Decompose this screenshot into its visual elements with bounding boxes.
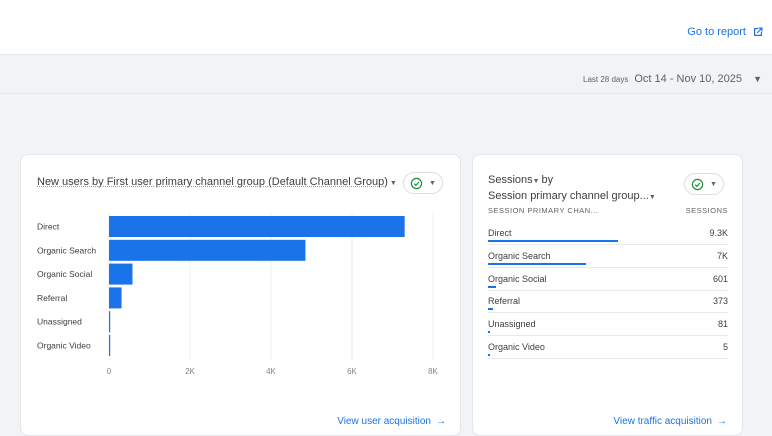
date-range-value: Oct 14 - Nov 10, 2025 <box>634 73 742 85</box>
row-divider <box>488 289 728 291</box>
row-proportion-bar <box>488 308 494 311</box>
x-tick-label: 6K <box>347 367 357 376</box>
bar-organic-video[interactable] <box>109 335 111 356</box>
category-label: Unassigned <box>37 317 82 327</box>
row-channel-name: Organic Social <box>488 273 547 284</box>
row-divider <box>488 358 728 359</box>
compare-filter-button[interactable]: ▼ <box>684 173 724 195</box>
arrow-right-icon: → <box>436 416 446 427</box>
table-row[interactable]: Organic Social 601 <box>488 270 728 292</box>
bar-direct[interactable] <box>109 216 405 237</box>
row-proportion-bar <box>488 240 618 242</box>
bar-organic-social[interactable] <box>109 263 133 285</box>
table-row[interactable]: Direct 9.3K <box>488 224 728 246</box>
date-range-picker[interactable]: Last 28 days Oct 14 - Nov 10, 2025 ▼ <box>583 73 762 85</box>
check-circle-icon <box>691 178 704 190</box>
chevron-down-icon: ▼ <box>710 180 717 188</box>
new-users-bar-chart: 0 2K 4K 6K 8K Direct Organic Search Organic Soc… <box>37 213 439 376</box>
view-traffic-acquisition-link[interactable]: View traffic acquisition → <box>613 416 727 427</box>
view-user-acquisition-link[interactable]: View user acquisition → <box>337 416 446 427</box>
sessions-title-by: by <box>541 174 554 186</box>
row-proportion-bar <box>488 354 490 356</box>
go-to-report-label: Go to report <box>687 26 746 38</box>
table-row[interactable]: Organic Search 7K <box>488 247 728 269</box>
sessions-title-dimension: Session primary channel group... <box>488 190 649 202</box>
new-users-card: New users by First user primary channel … <box>20 154 461 436</box>
external-link-icon <box>754 27 763 36</box>
top-bar: Go to report <box>0 0 772 55</box>
chevron-down-icon: ▼ <box>532 178 542 185</box>
category-label: Direct <box>37 222 60 232</box>
x-tick-label: 2K <box>185 367 195 376</box>
row-sessions-value: 373 <box>712 296 728 307</box>
row-divider <box>488 244 728 245</box>
column-header-dimension: SESSION PRIMARY CHAN... <box>488 206 599 215</box>
category-label: Organic Search <box>37 245 96 255</box>
category-label: Organic Video <box>37 341 91 351</box>
row-sessions-value: 9.3K <box>709 228 728 238</box>
bar-organic-search[interactable] <box>109 239 306 261</box>
row-channel-name: Direct <box>488 228 512 238</box>
sessions-card: Sessions▼ by Session primary channel gro… <box>472 154 743 436</box>
column-header-sessions: SESSIONS <box>685 206 728 215</box>
row-divider <box>488 266 728 268</box>
row-proportion-bar <box>488 285 497 288</box>
row-sessions-value: 81 <box>717 319 728 330</box>
row-divider <box>488 335 728 337</box>
bar-unassigned[interactable] <box>109 311 111 333</box>
table-row[interactable]: Organic Video 5 <box>488 338 728 360</box>
bar-referral[interactable] <box>109 287 122 309</box>
go-to-report-link[interactable]: Go to report <box>687 26 764 38</box>
chevron-down-icon: ▼ <box>753 74 762 84</box>
row-sessions-value: 5 <box>722 342 728 352</box>
date-range-label: Last 28 days <box>583 75 629 84</box>
view-user-acquisition-label: View user acquisition <box>337 416 431 427</box>
table-row[interactable]: Unassigned 81 <box>488 315 728 337</box>
row-channel-name: Unassigned <box>488 319 536 330</box>
arrow-right-icon: → <box>717 416 727 427</box>
view-traffic-acquisition-label: View traffic acquisition <box>613 416 712 427</box>
category-label: Referral <box>37 293 67 303</box>
row-channel-name: Organic Video <box>488 342 545 352</box>
row-sessions-value: 7K <box>716 250 728 261</box>
table-row[interactable]: Referral 373 <box>488 292 728 314</box>
date-range-bar: Last 28 days Oct 14 - Nov 10, 2025 ▼ <box>0 56 772 94</box>
row-channel-name: Organic Search <box>488 250 551 261</box>
sessions-card-title[interactable]: Sessions▼ by Session primary channel gro… <box>488 173 658 205</box>
row-proportion-bar <box>488 262 586 265</box>
sessions-table-header: SESSION PRIMARY CHAN... SESSIONS <box>488 206 728 215</box>
row-sessions-value: 601 <box>712 273 728 284</box>
row-proportion-bar <box>488 331 490 334</box>
x-tick-label: 0 <box>107 367 112 376</box>
sessions-title-metric: Sessions <box>488 174 533 186</box>
x-tick-label: 8K <box>428 367 438 376</box>
row-channel-name: Referral <box>488 296 521 307</box>
x-tick-label: 4K <box>266 367 276 376</box>
chevron-down-icon: ▼ <box>648 194 656 201</box>
row-divider <box>488 312 728 314</box>
category-label: Organic Social <box>37 269 92 279</box>
